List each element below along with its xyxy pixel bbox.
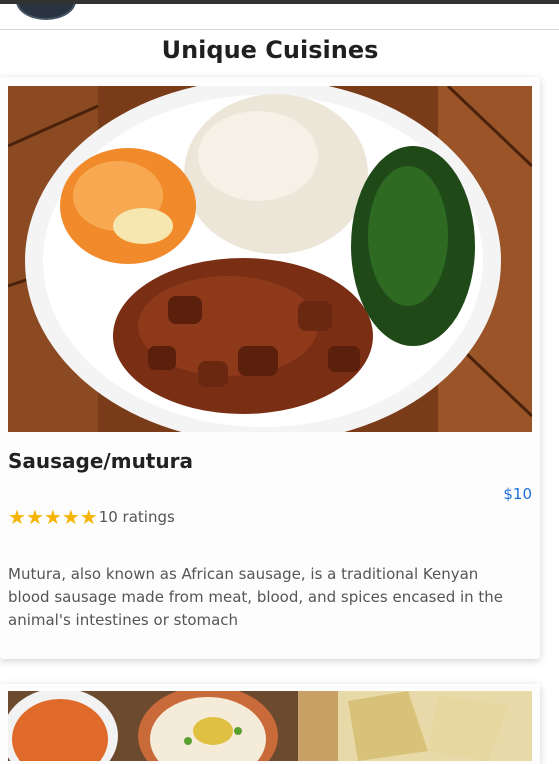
food-photo-icon [8, 86, 532, 432]
top-nav-bar [0, 0, 559, 30]
star-icon: ★ [25, 505, 44, 529]
page-title: Unique Cuisines [161, 36, 379, 64]
card-description: Mutura, also known as African sausage, i… [8, 565, 504, 629]
user-avatar-icon[interactable] [16, 4, 76, 20]
rating: ★ ★ ★ ★ ★ 10 ratings [8, 507, 175, 527]
star-icon: ★ [61, 505, 80, 529]
star-icon: ★ [79, 505, 98, 529]
card-title: Sausage/mutura [8, 449, 193, 473]
ratings-count: 10 ratings [98, 508, 175, 526]
cuisine-card[interactable] [0, 684, 540, 764]
cuisine-card[interactable]: Sausage/mutura $10 ★ ★ ★ ★ ★ 10 ratings … [0, 77, 540, 659]
food-image [8, 86, 532, 432]
star-rating: ★ ★ ★ ★ ★ [8, 507, 98, 527]
star-icon: ★ [8, 505, 26, 529]
price-label: $10 [503, 485, 532, 503]
star-icon: ★ [43, 505, 62, 529]
